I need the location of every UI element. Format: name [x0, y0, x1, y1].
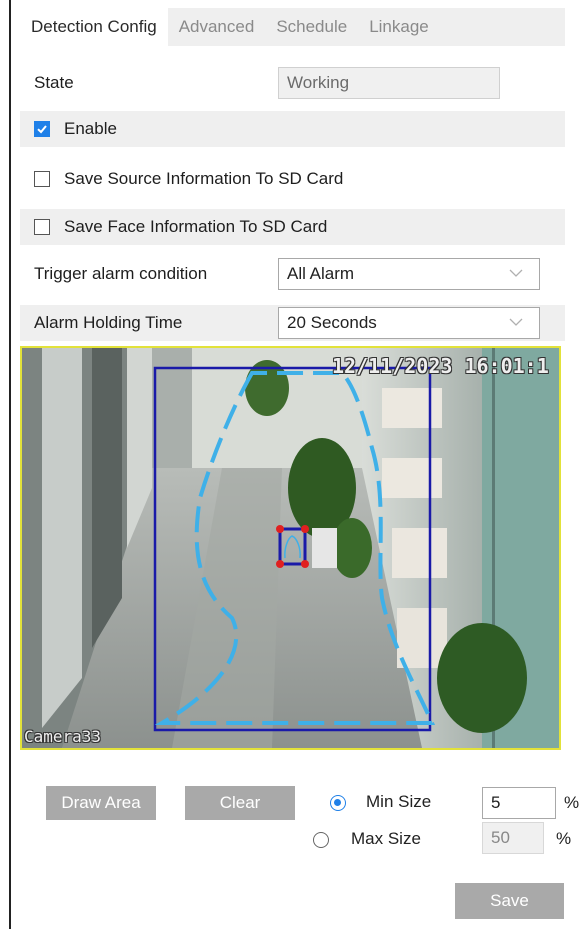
max-size-radio[interactable] [313, 832, 329, 848]
detection-overlay [153, 366, 436, 732]
video-timestamp: 12/11/2023 16:01:1 [332, 354, 549, 378]
save-source-checkbox[interactable] [34, 171, 50, 187]
save-face-checkbox[interactable] [34, 219, 50, 235]
holding-select[interactable]: 20 Seconds [278, 307, 540, 339]
max-size-input[interactable]: 50 [482, 822, 544, 854]
camera-name-osd: Camera33 [24, 727, 102, 746]
chevron-down-icon [509, 318, 523, 326]
holding-label: Alarm Holding Time [34, 313, 183, 332]
face-box[interactable] [278, 527, 307, 566]
max-size-unit: % [556, 829, 572, 848]
save-source-label: Save Source Information To SD Card [64, 169, 344, 188]
save-source-row: Save Source Information To SD Card [20, 161, 565, 197]
face-contour [284, 535, 301, 559]
enable-label: Enable [64, 119, 117, 138]
trigger-value: All Alarm [287, 264, 355, 283]
face-box-handle[interactable] [301, 560, 309, 568]
holding-value: 20 Seconds [287, 313, 377, 332]
detection-config-panel: Detection Config Advanced Schedule Linka… [0, 0, 584, 929]
min-size-label: Min Size [366, 792, 432, 811]
clear-button[interactable]: Clear [185, 786, 295, 820]
min-size-radio[interactable] [330, 795, 346, 811]
draw-area-button[interactable]: Draw Area [46, 786, 156, 820]
min-size-input[interactable]: 5 [482, 787, 556, 819]
state-label: State [34, 73, 74, 92]
face-box-handle[interactable] [301, 525, 309, 533]
motion-outline [154, 371, 436, 725]
tab-bar: Detection Config Advanced Schedule Linka… [20, 8, 565, 46]
max-size-label: Max Size [351, 829, 421, 848]
enable-row: Enable [20, 111, 565, 147]
min-size-unit: % [564, 793, 580, 812]
save-button[interactable]: Save [455, 883, 564, 919]
enable-checkbox[interactable] [34, 121, 50, 137]
face-box-handle[interactable] [276, 560, 284, 568]
chevron-down-icon [509, 269, 523, 277]
trigger-select[interactable]: All Alarm [278, 258, 540, 290]
face-box-handle[interactable] [276, 525, 284, 533]
trigger-label: Trigger alarm condition [34, 264, 208, 283]
tab-linkage[interactable]: Linkage [358, 8, 440, 46]
panel-divider [9, 0, 11, 929]
state-value: Working [278, 67, 500, 99]
save-face-row: Save Face Information To SD Card [20, 209, 565, 245]
camera-preview[interactable]: 12/11/2023 16:01:1 Camera33 [20, 346, 561, 750]
tab-schedule[interactable]: Schedule [265, 8, 358, 46]
check-icon [37, 125, 47, 134]
save-face-label: Save Face Information To SD Card [64, 217, 328, 236]
tab-advanced[interactable]: Advanced [168, 8, 266, 46]
tab-detection-config[interactable]: Detection Config [20, 8, 168, 46]
